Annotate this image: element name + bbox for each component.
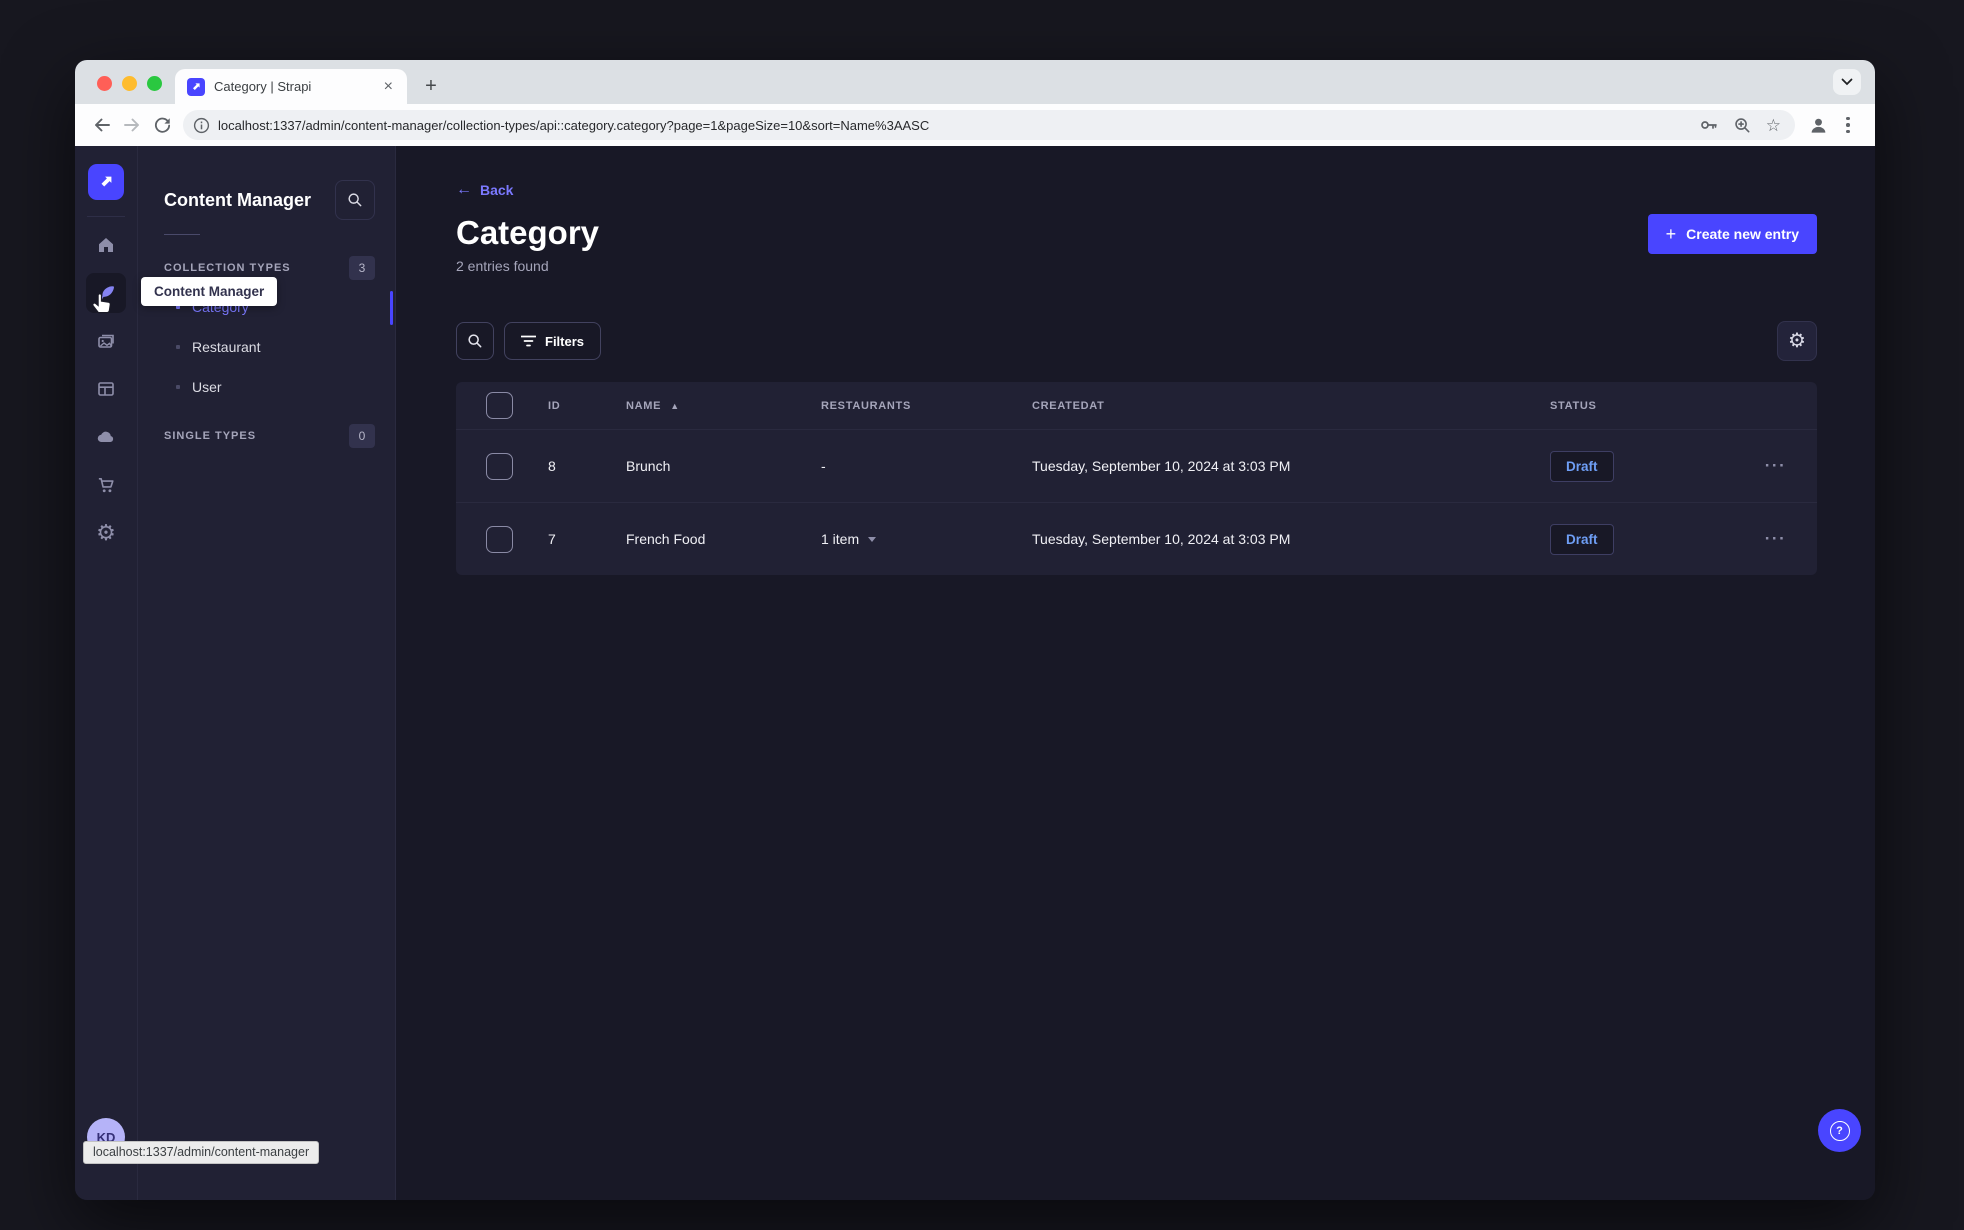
collection-types-count-badge: 3 [349,256,375,280]
select-all-checkbox[interactable] [486,392,513,419]
cell-createdat: Tuesday, September 10, 2024 at 3:03 PM [1032,531,1291,547]
entries-found: 2 entries found [456,258,549,274]
status-badge: Draft [1550,523,1614,555]
subnav-item-label: Restaurant [192,339,261,355]
rail-divider [87,216,125,217]
cell-name: Brunch [626,458,671,474]
mouse-hand-cursor [90,292,113,319]
strapi-logo[interactable] [88,164,124,200]
cell-restaurants: - [821,458,826,474]
cell-name: French Food [626,531,706,547]
chevron-down-icon[interactable] [867,536,877,543]
tab-title: Category | Strapi [214,79,312,94]
deploy-cloud-icon[interactable] [86,417,126,457]
row-actions-menu-icon[interactable]: ··· [1734,529,1817,549]
subnav-title: Content Manager [164,189,312,210]
reload-icon[interactable] [147,110,177,140]
close-window-button[interactable] [97,76,112,91]
column-header-status[interactable]: STATUS [1534,400,1734,412]
profile-avatar-icon[interactable] [1803,110,1833,140]
home-icon[interactable] [86,225,126,265]
tab-close-icon[interactable]: × [380,78,397,95]
table-row[interactable]: 8 Brunch - Tuesday, September 10, 2024 a… [456,429,1817,502]
content-manager-tooltip: Content Manager [141,277,278,306]
column-header-name[interactable]: NAME ▲ [610,400,805,412]
question-mark-icon: ? [1829,1120,1850,1141]
bullet-icon [176,385,180,389]
subnav-item-user[interactable]: User [138,367,395,407]
plus-icon: + [1665,224,1677,244]
active-item-indicator [390,291,393,325]
subnav-search-button[interactable] [335,180,375,220]
status-badge: Draft [1550,450,1614,482]
column-header-restaurants[interactable]: RESTAURANTS [805,400,1016,412]
strapi-favicon-icon [187,77,205,96]
site-info-icon[interactable] [193,117,210,134]
cell-id: 8 [548,458,556,474]
single-types-count-badge: 0 [349,424,375,448]
back-icon[interactable] [87,110,117,140]
marketplace-cart-icon[interactable] [86,465,126,505]
row-checkbox[interactable] [486,525,513,553]
page-title: Category [456,214,600,251]
browser-window: Category | Strapi × + localhost:1337/adm… [75,60,1875,1200]
column-header-id[interactable]: ID [532,400,610,412]
search-button[interactable] [456,322,494,360]
column-header-createdat[interactable]: CREATEDAT [1016,400,1534,412]
link-preview-status-bar: localhost:1337/admin/content-manager [83,1141,320,1164]
zoom-in-icon[interactable] [1733,116,1752,135]
zoom-window-button[interactable] [147,76,162,91]
omnibox-actions: ☆ [1699,115,1781,135]
tab-list-chevron-icon[interactable] [1833,69,1861,95]
back-link[interactable]: ← Back [456,180,1817,200]
settings-icon[interactable]: ⚙ [86,513,126,553]
forward-icon[interactable] [117,110,147,140]
cell-createdat: Tuesday, September 10, 2024 at 3:03 PM [1032,458,1291,474]
create-new-entry-button[interactable]: + Create new entry [1647,214,1817,254]
back-arrow-icon: ← [456,181,472,198]
cell-id: 7 [548,531,556,547]
minimize-window-button[interactable] [122,76,137,91]
single-types-label: SINGLE TYPES [164,430,257,442]
subnav-item-label: User [192,379,222,395]
url-text[interactable]: localhost:1337/admin/content-manager/col… [218,118,1691,133]
help-button[interactable]: ? [1818,1109,1861,1152]
collection-types-label: COLLECTION TYPES [164,262,291,274]
browser-menu-icon[interactable] [1833,110,1863,140]
sort-asc-icon: ▲ [670,400,680,411]
media-library-icon[interactable] [86,321,126,361]
window-controls [97,76,162,91]
new-tab-button[interactable]: + [417,72,445,100]
subnav-item-restaurant[interactable]: Restaurant [138,327,395,367]
bullet-icon [176,345,180,349]
gear-icon: ⚙ [1788,330,1806,352]
row-actions-menu-icon[interactable]: ··· [1734,456,1817,476]
table-settings-button[interactable]: ⚙ [1777,321,1817,361]
subnav-divider [164,234,200,235]
filter-icon [521,335,536,347]
cell-restaurants[interactable]: 1 item [805,531,1016,547]
password-key-icon[interactable] [1699,115,1719,135]
main-content: ← Back Category 2 entries found + Create… [396,146,1875,1200]
table-header-row: ID NAME ▲ RESTAURANTS CREATEDAT STATUS [456,382,1817,429]
browser-tab[interactable]: Category | Strapi × [175,69,407,104]
entries-table: ID NAME ▲ RESTAURANTS CREATEDAT STATUS 8… [456,382,1817,575]
filters-button[interactable]: Filters [504,322,602,360]
browser-toolbar: localhost:1337/admin/content-manager/col… [75,104,1875,146]
strapi-admin-app: ⚙ KD Content Manager COLLECTION TYPES 3 [75,146,1875,1200]
row-checkbox[interactable] [486,452,513,480]
browser-tab-strip: Category | Strapi × + [75,60,1875,104]
address-bar[interactable]: localhost:1337/admin/content-manager/col… [183,110,1795,140]
content-type-builder-icon[interactable] [86,369,126,409]
bookmark-star-icon[interactable]: ☆ [1766,117,1781,134]
table-row[interactable]: 7 French Food 1 item Tuesday, September … [456,502,1817,575]
